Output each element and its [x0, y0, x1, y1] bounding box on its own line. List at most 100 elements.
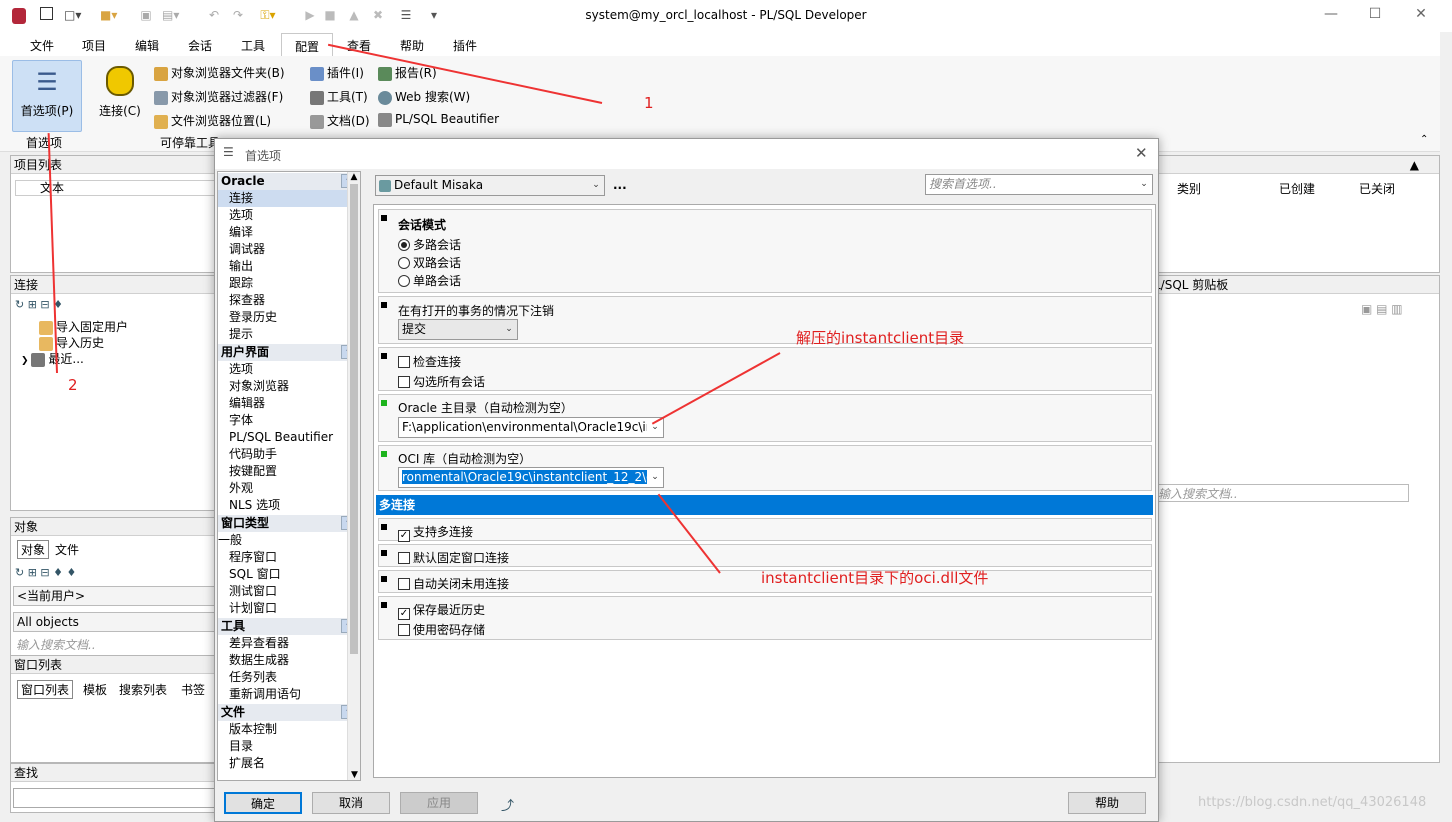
tree-node[interactable]: 外观: [218, 480, 360, 497]
tree-node[interactable]: SQL 窗口: [218, 566, 360, 583]
objects-user-select[interactable]: <当前用户>: [13, 586, 217, 606]
tree-node[interactable]: 重新调用语句: [218, 686, 360, 703]
minimize-icon[interactable]: —: [1316, 6, 1346, 26]
menu-session[interactable]: 会话: [188, 37, 212, 54]
cancel-button[interactable]: 取消: [312, 792, 390, 814]
tree-node[interactable]: 选项: [218, 361, 360, 378]
find-input[interactable]: [13, 788, 217, 808]
tree-cat-files[interactable]: 文件▼: [218, 704, 360, 721]
tree-node[interactable]: 一般: [218, 532, 360, 549]
preferences-button[interactable]: ☰ 首选项(P): [12, 60, 82, 132]
tree-node[interactable]: 程序窗口: [218, 549, 360, 566]
web-search-button[interactable]: Web 搜索(W): [378, 88, 470, 105]
beautifier-button[interactable]: PL/SQL Beautifier: [378, 112, 499, 127]
radio-multi-session[interactable]: 多路会话: [398, 236, 461, 253]
menu-project[interactable]: 项目: [82, 37, 106, 54]
find-panel: 查找: [10, 763, 220, 813]
tree-node[interactable]: 对象浏览器: [218, 378, 360, 395]
export-icon[interactable]: ⤴: [501, 795, 514, 814]
tools-button[interactable]: 工具(T): [310, 88, 368, 105]
help-button[interactable]: 帮助: [1068, 792, 1146, 814]
clipboard-search-input[interactable]: 输入搜索文档..: [1153, 484, 1409, 502]
menu-file[interactable]: 文件: [30, 37, 54, 54]
profile-more-button[interactable]: ...: [613, 178, 627, 192]
tree-node[interactable]: 目录: [218, 738, 360, 755]
tree-node[interactable]: 数据生成器: [218, 652, 360, 669]
oci-library-select[interactable]: ronmental\Oracle19c\instantclient_12_2\o…: [398, 467, 664, 488]
objects-search-input[interactable]: 输入搜索文档..: [13, 636, 217, 654]
conn-item-fixed-users[interactable]: 导入固定用户: [39, 318, 128, 335]
tree-node[interactable]: 编辑器: [218, 395, 360, 412]
tree-node[interactable]: 提示: [218, 326, 360, 343]
tree-node[interactable]: 登录历史: [218, 309, 360, 326]
profile-select[interactable]: Default Misaka ⌄: [375, 175, 605, 196]
close-icon[interactable]: ✕: [1406, 6, 1436, 26]
radio-dual-session[interactable]: 双路会话: [398, 254, 461, 271]
tree-node[interactable]: 版本控制: [218, 721, 360, 738]
conn-item-recent[interactable]: ❯ 最近...: [21, 350, 84, 367]
multi-connection-checkbox[interactable]: ✓ 支持多连接: [398, 523, 473, 542]
tree-node[interactable]: 选项: [218, 207, 360, 224]
prefs-search-input[interactable]: 搜索首选项.. ⌄: [925, 174, 1153, 195]
logoff-select[interactable]: 提交 ⌄: [398, 319, 518, 340]
tree-node[interactable]: 扩展名: [218, 755, 360, 772]
tree-node[interactable]: 连接: [218, 190, 360, 207]
winlist-tab-search[interactable]: 搜索列表: [119, 681, 167, 698]
conn-item-history[interactable]: 导入历史: [39, 334, 104, 351]
file-browser-location-button[interactable]: 文件浏览器位置(L): [154, 112, 271, 129]
default-fixed-window-checkbox[interactable]: 默认固定窗口连接: [398, 549, 509, 566]
check-connection-checkbox[interactable]: 检查连接: [398, 353, 461, 370]
tree-node[interactable]: 任务列表: [218, 669, 360, 686]
menu-help[interactable]: 帮助: [400, 37, 424, 54]
menu-tools[interactable]: 工具: [241, 37, 265, 54]
tree-node[interactable]: 探查器: [218, 292, 360, 309]
objects-filter-select[interactable]: All objects: [13, 612, 217, 632]
tree-node[interactable]: 代码助手: [218, 446, 360, 463]
password-store-checkbox[interactable]: 使用密码存储: [398, 621, 485, 638]
tree-node[interactable]: 跟踪: [218, 275, 360, 292]
object-browser-filter-button[interactable]: 对象浏览器过滤器(F): [154, 88, 283, 105]
menu-plugins[interactable]: 插件: [453, 37, 477, 54]
tree-cat-window-types[interactable]: 窗口类型▼: [218, 515, 360, 532]
scroll-up-icon[interactable]: ▲: [348, 172, 360, 182]
tree-node[interactable]: 差异查看器: [218, 635, 360, 652]
save-history-checkbox[interactable]: ✓ 保存最近历史: [398, 601, 485, 620]
apply-button[interactable]: 应用: [400, 792, 478, 814]
scroll-down-icon[interactable]: ▼: [348, 770, 361, 780]
expand-icon[interactable]: ❯: [21, 356, 31, 366]
tree-scrollbar[interactable]: ▲ ▼: [347, 172, 360, 780]
tree-cat-oracle[interactable]: Oracle▼: [218, 173, 360, 190]
plugins-button[interactable]: 插件(I): [310, 64, 364, 81]
tree-node[interactable]: 编译: [218, 224, 360, 241]
tree-cat-ui[interactable]: 用户界面▼: [218, 344, 360, 361]
tree-node[interactable]: 按键配置: [218, 463, 360, 480]
select-all-sessions-checkbox[interactable]: 勾选所有会话: [398, 373, 485, 390]
auto-close-checkbox[interactable]: 自动关闭未用连接: [398, 575, 509, 592]
tree-node[interactable]: NLS 选项: [218, 497, 360, 514]
winlist-tab-windows[interactable]: 窗口列表: [17, 680, 74, 699]
pin-icon[interactable]: ▲: [1410, 156, 1419, 174]
tree-node[interactable]: 调试器: [218, 241, 360, 258]
objects-tab-files[interactable]: 文件: [55, 541, 79, 558]
dialog-close-icon[interactable]: ✕: [1135, 144, 1148, 162]
tree-node[interactable]: 测试窗口: [218, 583, 360, 600]
maximize-icon[interactable]: ☐: [1360, 6, 1390, 26]
radio-single-session[interactable]: 单路会话: [398, 272, 461, 289]
scroll-thumb[interactable]: [350, 184, 358, 654]
connect-button[interactable]: 连接(C): [92, 62, 148, 128]
oracle-home-select[interactable]: F:\application\environmental\Oracle19c\i…: [398, 417, 664, 438]
tree-cat-tools[interactable]: 工具▼: [218, 618, 360, 635]
ok-button[interactable]: 确定: [224, 792, 302, 814]
tree-node[interactable]: 输出: [218, 258, 360, 275]
objects-tab-objects[interactable]: 对象: [17, 540, 50, 559]
winlist-tab-templates[interactable]: 模板: [83, 681, 107, 698]
documents-button[interactable]: 文档(D): [310, 112, 370, 129]
menu-config[interactable]: 配置: [281, 33, 333, 56]
object-browser-folder-button[interactable]: 对象浏览器文件夹(B): [154, 64, 285, 81]
tree-node[interactable]: 计划窗口: [218, 600, 360, 617]
menu-edit[interactable]: 编辑: [135, 37, 159, 54]
tree-node[interactable]: 字体: [218, 412, 360, 429]
winlist-tab-bookmarks[interactable]: 书签: [181, 681, 205, 698]
tree-node[interactable]: PL/SQL Beautifier: [218, 429, 360, 446]
collapse-ribbon-icon[interactable]: ⌃: [1420, 134, 1428, 145]
